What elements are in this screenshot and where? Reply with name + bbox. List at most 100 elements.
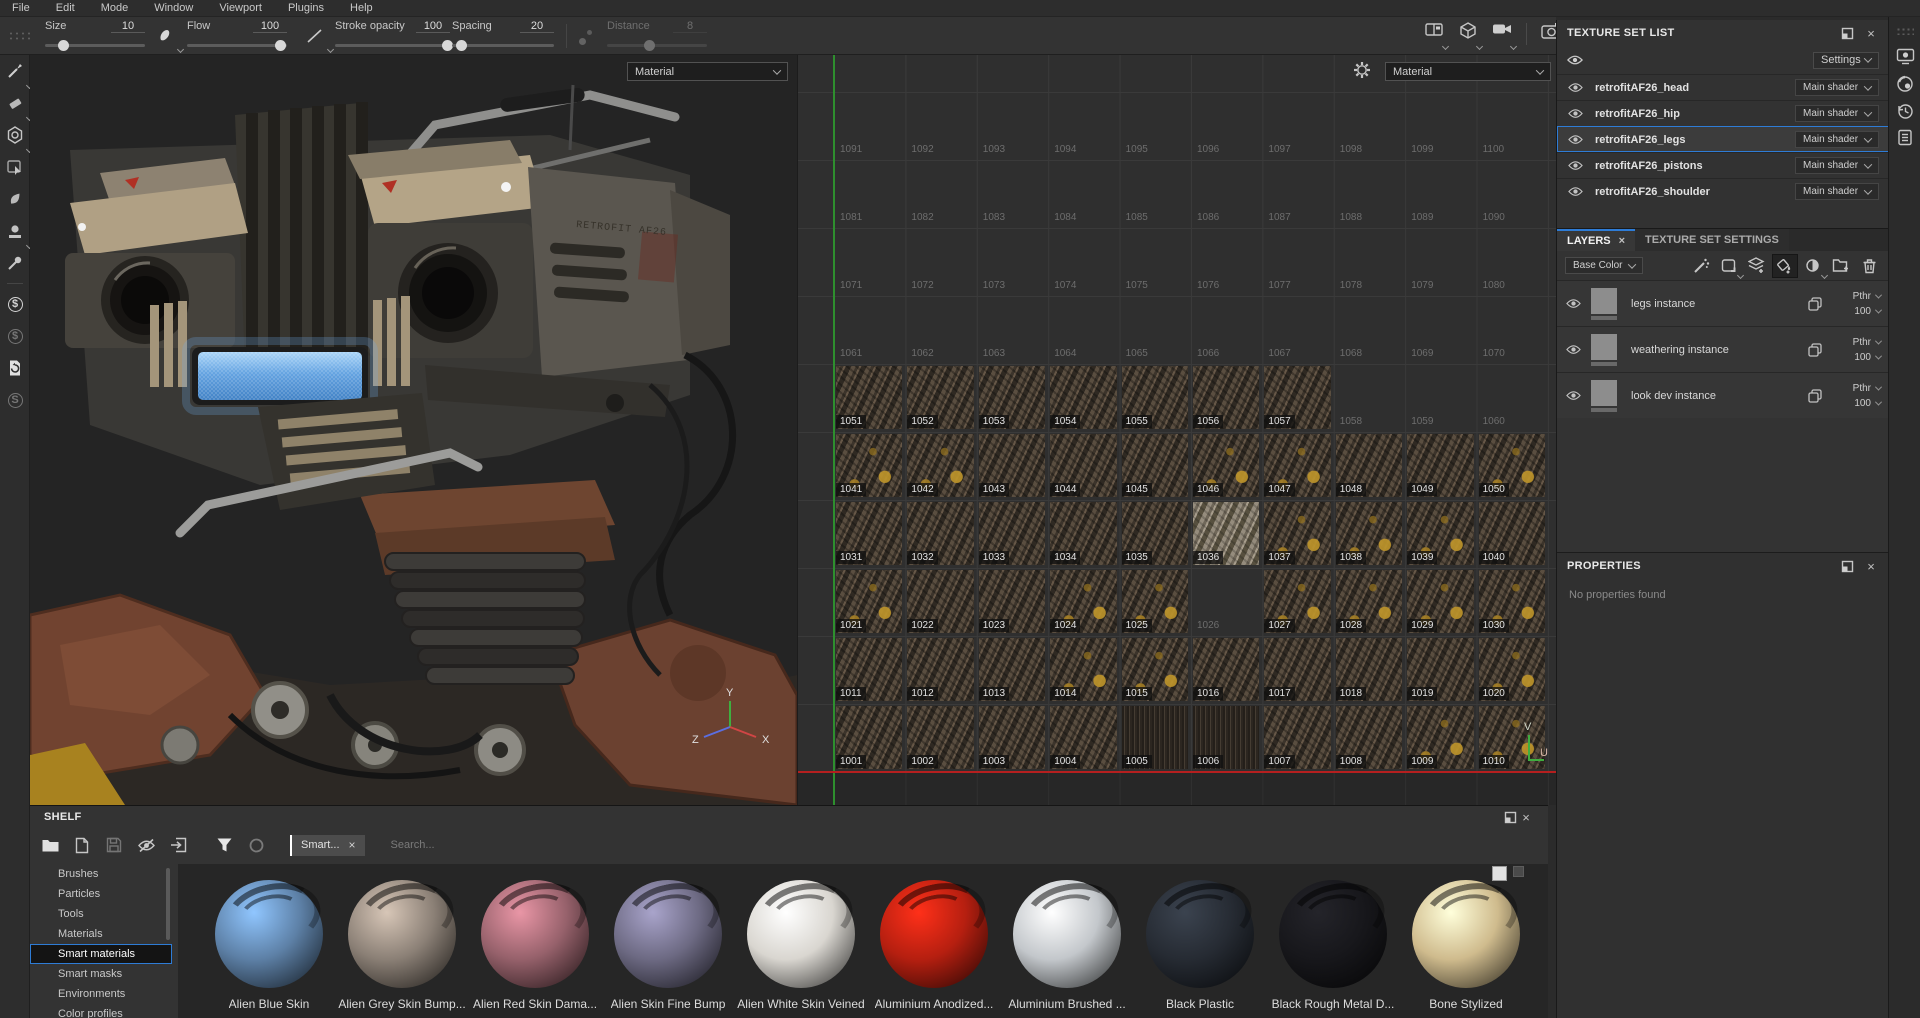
visibility-eye-icon[interactable] xyxy=(1567,106,1583,122)
uv-tile-1006[interactable]: 1006 xyxy=(1191,704,1262,772)
material-item[interactable]: Aluminium Brushed ... xyxy=(1012,880,1122,1018)
uv-tile-1032[interactable]: 1032 xyxy=(905,500,976,568)
uv-tile-1083[interactable]: 1083 xyxy=(977,160,1048,228)
uv-tile-1081[interactable]: 1081 xyxy=(834,160,905,228)
visibility-eye-icon[interactable] xyxy=(1565,342,1581,358)
toolbar-drag-handle[interactable] xyxy=(8,31,32,41)
uv-tile-1049[interactable]: 1049 xyxy=(1405,432,1476,500)
shelf-category-smart-materials[interactable]: Smart materials xyxy=(30,944,172,964)
texture-set-row[interactable]: retrofitAF26_shoulderMain shader xyxy=(1557,178,1889,204)
undock-panel-icon[interactable] xyxy=(1839,25,1855,41)
uv-tile-1070[interactable]: 1070 xyxy=(1477,296,1548,364)
tab-texture-set-settings[interactable]: TEXTURE SET SETTINGS xyxy=(1635,229,1789,251)
uv-tile-1014[interactable]: 1014 xyxy=(1048,636,1119,704)
blend-mode-dropdown[interactable]: Pthr xyxy=(1853,291,1881,302)
remove-filter-icon[interactable]: × xyxy=(349,838,356,852)
material-item[interactable]: Alien Grey Skin Bump... xyxy=(347,880,457,1018)
split-view-toggle[interactable] xyxy=(1422,22,1446,48)
layer-row[interactable]: look dev instancePthr100 xyxy=(1557,372,1889,418)
uv-tile-1078[interactable]: 1078 xyxy=(1334,228,1405,296)
uv-tile-1061[interactable]: 1061 xyxy=(834,296,905,364)
layer-name[interactable]: legs instance xyxy=(1631,298,1807,310)
smudge-tool[interactable] xyxy=(0,183,30,215)
uv-tile-1055[interactable]: 1055 xyxy=(1120,364,1191,432)
uv-tile-1097[interactable]: 1097 xyxy=(1262,92,1333,160)
layer-row[interactable]: legs instancePthr100 xyxy=(1557,280,1889,326)
uv-tile-1074[interactable]: 1074 xyxy=(1048,228,1119,296)
thumbnail-size-slider[interactable] xyxy=(1492,866,1524,881)
uv-tile-1021[interactable]: 1021 xyxy=(834,568,905,636)
material-item[interactable]: Alien White Skin Veined xyxy=(746,880,856,1018)
uv-tile-1022[interactable]: 1022 xyxy=(905,568,976,636)
uv-tile-1033[interactable]: 1033 xyxy=(977,500,1048,568)
shelf-category-color-profiles[interactable]: Color profiles xyxy=(30,1004,172,1018)
2d-uv-viewport[interactable]: 1001100210031004100510061007100810091010… xyxy=(797,55,1556,805)
uv-tile-1068[interactable]: 1068 xyxy=(1334,296,1405,364)
clone-stamp-tool[interactable] xyxy=(0,215,30,247)
category-scrollbar[interactable] xyxy=(166,868,170,940)
uv-tile-1048[interactable]: 1048 xyxy=(1334,432,1405,500)
brush-preset-button[interactable] xyxy=(155,27,181,51)
uv-tile-1075[interactable]: 1075 xyxy=(1120,228,1191,296)
material-item[interactable]: Alien Skin Fine Bump xyxy=(613,880,723,1018)
texture-set-row[interactable]: retrofitAF26_headMain shader xyxy=(1557,74,1889,100)
uv-tile-1046[interactable]: 1046 xyxy=(1191,432,1262,500)
layer-thumbnail[interactable] xyxy=(1591,380,1617,406)
shelf-category-smart-masks[interactable]: Smart masks xyxy=(30,964,172,984)
uv-tile-1056[interactable]: 1056 xyxy=(1191,364,1262,432)
3d-viewport[interactable]: RETROFIT AF26 xyxy=(30,55,797,805)
add-smart-material-wand-icon[interactable] xyxy=(1689,255,1713,277)
uv-tile-1099[interactable]: 1099 xyxy=(1405,92,1476,160)
uv-tile-1053[interactable]: 1053 xyxy=(977,364,1048,432)
uv-tile-1008[interactable]: 1008 xyxy=(1334,704,1405,772)
material-item[interactable]: Aluminium Anodized... xyxy=(879,880,989,1018)
add-fill-layer-icon[interactable] xyxy=(1773,255,1797,277)
paint-tool[interactable] xyxy=(0,55,30,87)
close-tab-icon[interactable]: × xyxy=(1619,236,1625,247)
uv-tile-1069[interactable]: 1069 xyxy=(1405,296,1476,364)
uv-tile-1011[interactable]: 1011 xyxy=(834,636,905,704)
menu-viewport[interactable]: Viewport xyxy=(219,2,262,14)
uv-tile-1079[interactable]: 1079 xyxy=(1405,228,1476,296)
uv-tile-1044[interactable]: 1044 xyxy=(1048,432,1119,500)
visibility-eye-icon[interactable] xyxy=(1567,132,1583,148)
layer-row[interactable]: weathering instancePthr100 xyxy=(1557,326,1889,372)
uv-tile-1018[interactable]: 1018 xyxy=(1334,636,1405,704)
shelf-category-tools[interactable]: Tools xyxy=(30,904,172,924)
uv-tile-1004[interactable]: 1004 xyxy=(1048,704,1119,772)
uv-tile-1007[interactable]: 1007 xyxy=(1262,704,1333,772)
uv-tile-1065[interactable]: 1065 xyxy=(1120,296,1191,364)
uv-tile-1071[interactable]: 1071 xyxy=(834,228,905,296)
close-panel-icon[interactable]: × xyxy=(1863,25,1879,41)
shader-dropdown[interactable]: Main shader xyxy=(1795,131,1879,148)
projection-tool[interactable] xyxy=(0,119,30,151)
add-folder-icon[interactable] xyxy=(1829,255,1853,277)
uv-tile-1005[interactable]: 1005 xyxy=(1120,704,1191,772)
log-icon[interactable] xyxy=(1889,124,1920,151)
shader-dropdown[interactable]: Main shader xyxy=(1795,79,1879,96)
material-item[interactable]: Bone Stylized xyxy=(1411,880,1521,1018)
close-panel-icon[interactable]: × xyxy=(1518,809,1534,825)
source-dollar-dim-icon[interactable]: $ xyxy=(0,320,30,352)
save-resources-icon[interactable] xyxy=(102,833,126,857)
uv-tile-1085[interactable]: 1085 xyxy=(1120,160,1191,228)
uv-tile-1029[interactable]: 1029 xyxy=(1405,568,1476,636)
instance-link-icon[interactable] xyxy=(1807,388,1823,404)
shader-dropdown[interactable]: Main shader xyxy=(1795,157,1879,174)
uv-tile-1038[interactable]: 1038 xyxy=(1334,500,1405,568)
uv-tile-1073[interactable]: 1073 xyxy=(977,228,1048,296)
active-filter-chip[interactable]: Smart... × xyxy=(290,835,365,856)
uv-tile-1067[interactable]: 1067 xyxy=(1262,296,1333,364)
history-icon[interactable] xyxy=(1889,97,1920,124)
uv-tile-1028[interactable]: 1028 xyxy=(1334,568,1405,636)
uv-tile-1047[interactable]: 1047 xyxy=(1262,432,1333,500)
uv-tile-1013[interactable]: 1013 xyxy=(977,636,1048,704)
uv-tile-1059[interactable]: 1059 xyxy=(1405,364,1476,432)
shelf-category-brushes[interactable]: Brushes xyxy=(30,864,172,884)
uv-tile-1066[interactable]: 1066 xyxy=(1191,296,1262,364)
polygon-fill-tool[interactable] xyxy=(0,151,30,183)
toggle-all-visibility-icon[interactable] xyxy=(1567,52,1583,68)
uv-tile-1091[interactable]: 1091 xyxy=(834,92,905,160)
add-smart-material-icon[interactable] xyxy=(1717,255,1741,277)
texture-set-row[interactable]: retrofitAF26_legsMain shader xyxy=(1557,126,1889,152)
